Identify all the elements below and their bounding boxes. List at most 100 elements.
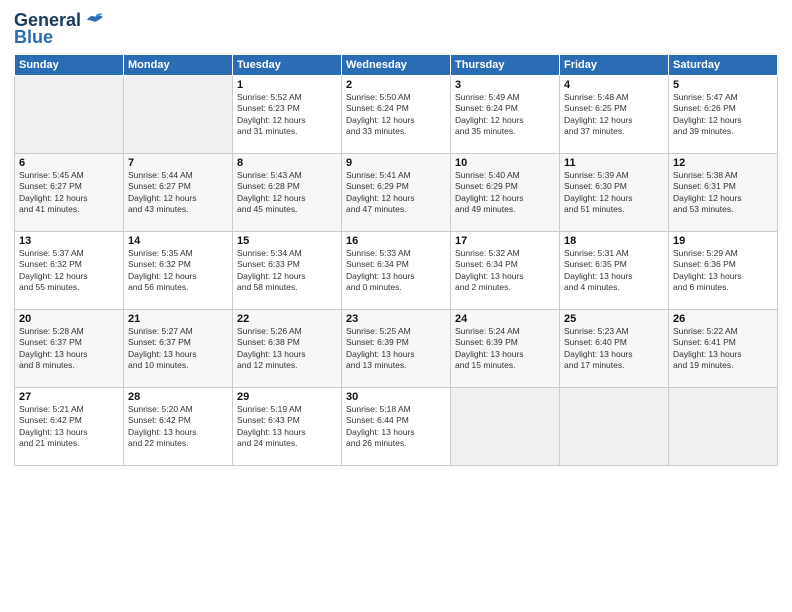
day-number: 17	[455, 235, 555, 247]
calendar-cell: 27Sunrise: 5:21 AMSunset: 6:42 PMDayligh…	[15, 388, 124, 466]
day-info: Sunrise: 5:38 AMSunset: 6:31 PMDaylight:…	[673, 170, 773, 216]
weekday-header-thursday: Thursday	[451, 55, 560, 76]
day-number: 4	[564, 79, 664, 91]
day-info: Sunrise: 5:29 AMSunset: 6:36 PMDaylight:…	[673, 248, 773, 294]
day-info: Sunrise: 5:31 AMSunset: 6:35 PMDaylight:…	[564, 248, 664, 294]
day-info: Sunrise: 5:40 AMSunset: 6:29 PMDaylight:…	[455, 170, 555, 216]
day-info: Sunrise: 5:28 AMSunset: 6:37 PMDaylight:…	[19, 326, 119, 372]
day-number: 2	[346, 79, 446, 91]
day-info: Sunrise: 5:35 AMSunset: 6:32 PMDaylight:…	[128, 248, 228, 294]
day-number: 15	[237, 235, 337, 247]
day-number: 3	[455, 79, 555, 91]
calendar-week-3: 13Sunrise: 5:37 AMSunset: 6:32 PMDayligh…	[15, 232, 778, 310]
calendar-cell	[451, 388, 560, 466]
day-info: Sunrise: 5:33 AMSunset: 6:34 PMDaylight:…	[346, 248, 446, 294]
calendar-cell: 30Sunrise: 5:18 AMSunset: 6:44 PMDayligh…	[342, 388, 451, 466]
day-info: Sunrise: 5:26 AMSunset: 6:38 PMDaylight:…	[237, 326, 337, 372]
calendar-cell: 28Sunrise: 5:20 AMSunset: 6:42 PMDayligh…	[124, 388, 233, 466]
weekday-header-friday: Friday	[560, 55, 669, 76]
day-info: Sunrise: 5:23 AMSunset: 6:40 PMDaylight:…	[564, 326, 664, 372]
calendar-cell: 26Sunrise: 5:22 AMSunset: 6:41 PMDayligh…	[669, 310, 778, 388]
day-info: Sunrise: 5:44 AMSunset: 6:27 PMDaylight:…	[128, 170, 228, 216]
weekday-header-tuesday: Tuesday	[233, 55, 342, 76]
calendar-cell: 15Sunrise: 5:34 AMSunset: 6:33 PMDayligh…	[233, 232, 342, 310]
calendar-cell: 9Sunrise: 5:41 AMSunset: 6:29 PMDaylight…	[342, 154, 451, 232]
day-info: Sunrise: 5:21 AMSunset: 6:42 PMDaylight:…	[19, 404, 119, 450]
weekday-header-monday: Monday	[124, 55, 233, 76]
calendar-cell: 10Sunrise: 5:40 AMSunset: 6:29 PMDayligh…	[451, 154, 560, 232]
day-info: Sunrise: 5:41 AMSunset: 6:29 PMDaylight:…	[346, 170, 446, 216]
day-number: 29	[237, 391, 337, 403]
day-info: Sunrise: 5:25 AMSunset: 6:39 PMDaylight:…	[346, 326, 446, 372]
calendar-cell: 13Sunrise: 5:37 AMSunset: 6:32 PMDayligh…	[15, 232, 124, 310]
day-info: Sunrise: 5:47 AMSunset: 6:26 PMDaylight:…	[673, 92, 773, 138]
day-number: 11	[564, 157, 664, 169]
day-number: 9	[346, 157, 446, 169]
day-number: 6	[19, 157, 119, 169]
page-container: General Blue SundayMondayTuesdayWednesda…	[0, 0, 792, 472]
day-number: 20	[19, 313, 119, 325]
day-number: 18	[564, 235, 664, 247]
calendar-cell	[669, 388, 778, 466]
calendar-cell	[560, 388, 669, 466]
day-number: 16	[346, 235, 446, 247]
calendar-cell: 12Sunrise: 5:38 AMSunset: 6:31 PMDayligh…	[669, 154, 778, 232]
day-number: 28	[128, 391, 228, 403]
day-number: 1	[237, 79, 337, 91]
calendar-cell: 24Sunrise: 5:24 AMSunset: 6:39 PMDayligh…	[451, 310, 560, 388]
logo: General Blue	[14, 10, 105, 48]
weekday-header-sunday: Sunday	[15, 55, 124, 76]
calendar-cell: 16Sunrise: 5:33 AMSunset: 6:34 PMDayligh…	[342, 232, 451, 310]
day-info: Sunrise: 5:52 AMSunset: 6:23 PMDaylight:…	[237, 92, 337, 138]
day-info: Sunrise: 5:37 AMSunset: 6:32 PMDaylight:…	[19, 248, 119, 294]
calendar-cell: 4Sunrise: 5:48 AMSunset: 6:25 PMDaylight…	[560, 76, 669, 154]
calendar-week-5: 27Sunrise: 5:21 AMSunset: 6:42 PMDayligh…	[15, 388, 778, 466]
day-info: Sunrise: 5:50 AMSunset: 6:24 PMDaylight:…	[346, 92, 446, 138]
calendar-cell: 3Sunrise: 5:49 AMSunset: 6:24 PMDaylight…	[451, 76, 560, 154]
calendar-cell: 8Sunrise: 5:43 AMSunset: 6:28 PMDaylight…	[233, 154, 342, 232]
calendar-week-2: 6Sunrise: 5:45 AMSunset: 6:27 PMDaylight…	[15, 154, 778, 232]
calendar-week-1: 1Sunrise: 5:52 AMSunset: 6:23 PMDaylight…	[15, 76, 778, 154]
calendar-cell: 19Sunrise: 5:29 AMSunset: 6:36 PMDayligh…	[669, 232, 778, 310]
day-info: Sunrise: 5:43 AMSunset: 6:28 PMDaylight:…	[237, 170, 337, 216]
day-info: Sunrise: 5:49 AMSunset: 6:24 PMDaylight:…	[455, 92, 555, 138]
day-info: Sunrise: 5:48 AMSunset: 6:25 PMDaylight:…	[564, 92, 664, 138]
day-info: Sunrise: 5:24 AMSunset: 6:39 PMDaylight:…	[455, 326, 555, 372]
calendar-table: SundayMondayTuesdayWednesdayThursdayFrid…	[14, 54, 778, 466]
day-info: Sunrise: 5:34 AMSunset: 6:33 PMDaylight:…	[237, 248, 337, 294]
day-number: 24	[455, 313, 555, 325]
calendar-cell: 1Sunrise: 5:52 AMSunset: 6:23 PMDaylight…	[233, 76, 342, 154]
day-number: 30	[346, 391, 446, 403]
day-info: Sunrise: 5:27 AMSunset: 6:37 PMDaylight:…	[128, 326, 228, 372]
calendar-cell: 18Sunrise: 5:31 AMSunset: 6:35 PMDayligh…	[560, 232, 669, 310]
calendar-cell: 11Sunrise: 5:39 AMSunset: 6:30 PMDayligh…	[560, 154, 669, 232]
day-number: 22	[237, 313, 337, 325]
day-number: 26	[673, 313, 773, 325]
day-number: 23	[346, 313, 446, 325]
calendar-cell: 20Sunrise: 5:28 AMSunset: 6:37 PMDayligh…	[15, 310, 124, 388]
header: General Blue	[14, 10, 778, 48]
logo-bird-icon	[85, 12, 105, 28]
day-number: 25	[564, 313, 664, 325]
calendar-cell: 7Sunrise: 5:44 AMSunset: 6:27 PMDaylight…	[124, 154, 233, 232]
calendar-cell: 29Sunrise: 5:19 AMSunset: 6:43 PMDayligh…	[233, 388, 342, 466]
day-info: Sunrise: 5:20 AMSunset: 6:42 PMDaylight:…	[128, 404, 228, 450]
day-number: 5	[673, 79, 773, 91]
day-number: 7	[128, 157, 228, 169]
calendar-cell: 17Sunrise: 5:32 AMSunset: 6:34 PMDayligh…	[451, 232, 560, 310]
day-number: 10	[455, 157, 555, 169]
day-number: 13	[19, 235, 119, 247]
calendar-cell: 23Sunrise: 5:25 AMSunset: 6:39 PMDayligh…	[342, 310, 451, 388]
calendar-cell	[124, 76, 233, 154]
calendar-cell: 25Sunrise: 5:23 AMSunset: 6:40 PMDayligh…	[560, 310, 669, 388]
calendar-cell: 21Sunrise: 5:27 AMSunset: 6:37 PMDayligh…	[124, 310, 233, 388]
weekday-header-wednesday: Wednesday	[342, 55, 451, 76]
day-info: Sunrise: 5:39 AMSunset: 6:30 PMDaylight:…	[564, 170, 664, 216]
day-number: 19	[673, 235, 773, 247]
logo-blue: Blue	[14, 27, 53, 48]
day-number: 12	[673, 157, 773, 169]
calendar-cell: 6Sunrise: 5:45 AMSunset: 6:27 PMDaylight…	[15, 154, 124, 232]
day-number: 14	[128, 235, 228, 247]
calendar-cell: 2Sunrise: 5:50 AMSunset: 6:24 PMDaylight…	[342, 76, 451, 154]
calendar-cell	[15, 76, 124, 154]
